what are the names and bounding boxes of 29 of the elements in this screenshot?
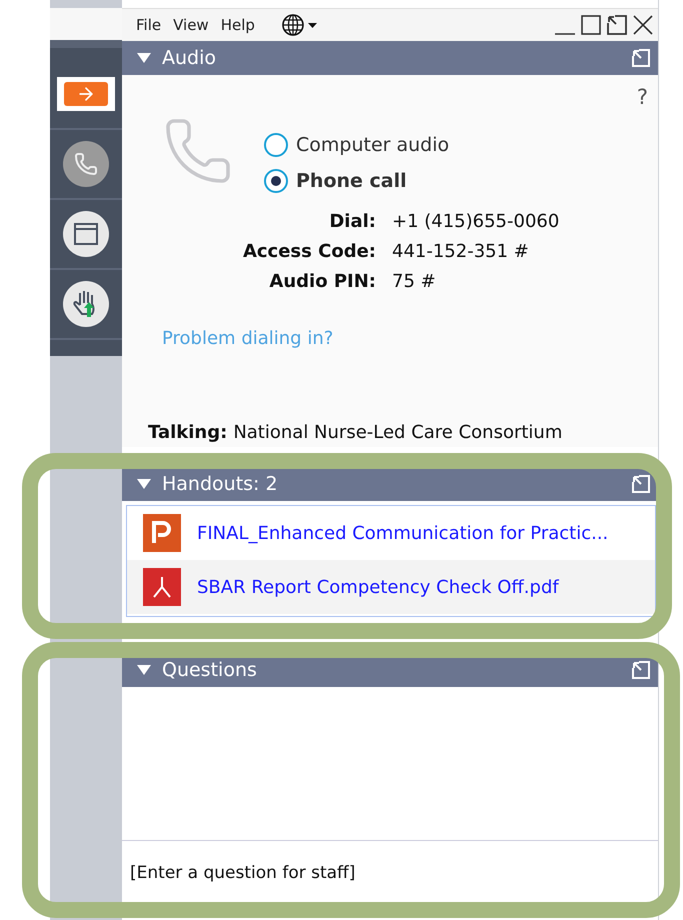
detail-value: 441-152-351 # — [392, 241, 530, 262]
window-icon — [73, 222, 99, 246]
phone-icon — [74, 152, 98, 176]
pop-out-icon[interactable] — [606, 14, 628, 36]
pdf-file-icon — [143, 568, 181, 606]
maximize-icon[interactable] — [580, 14, 602, 36]
radio-label[interactable]: Computer audio — [296, 134, 450, 156]
panel-header[interactable]: Handouts: 2 — [122, 467, 658, 501]
radio-button[interactable] — [264, 169, 288, 193]
menu-item[interactable]: Help — [220, 16, 255, 34]
detail-value: 75 # — [392, 271, 437, 292]
talking-name: National Nurse-Led Care Consortium — [233, 422, 562, 442]
radio-label[interactable]: Phone call — [296, 170, 407, 192]
powerpoint-file-icon — [143, 514, 181, 552]
handout-link[interactable]: FINAL_Enhanced Communication for Practic... — [197, 522, 608, 544]
close-icon[interactable] — [632, 14, 654, 36]
collapse-arrow-icon[interactable] — [136, 52, 152, 64]
radio-button[interactable] — [264, 133, 288, 157]
panel-header[interactable]: Audio — [122, 41, 658, 75]
detail-label: Audio PIN: — [268, 271, 376, 292]
talking-label: Talking: — [148, 422, 228, 442]
collapse-arrow-icon[interactable] — [136, 664, 152, 676]
menu-item[interactable]: View — [173, 16, 209, 34]
collapse-arrow-icon[interactable] — [136, 478, 152, 490]
help-button[interactable]: ? — [636, 85, 648, 109]
detail-label: Dial: — [328, 211, 376, 232]
detail-value: +1 (415)655-0060 — [392, 211, 560, 232]
menu-item[interactable]: File — [136, 16, 162, 34]
detail-label: Access Code: — [242, 241, 376, 262]
